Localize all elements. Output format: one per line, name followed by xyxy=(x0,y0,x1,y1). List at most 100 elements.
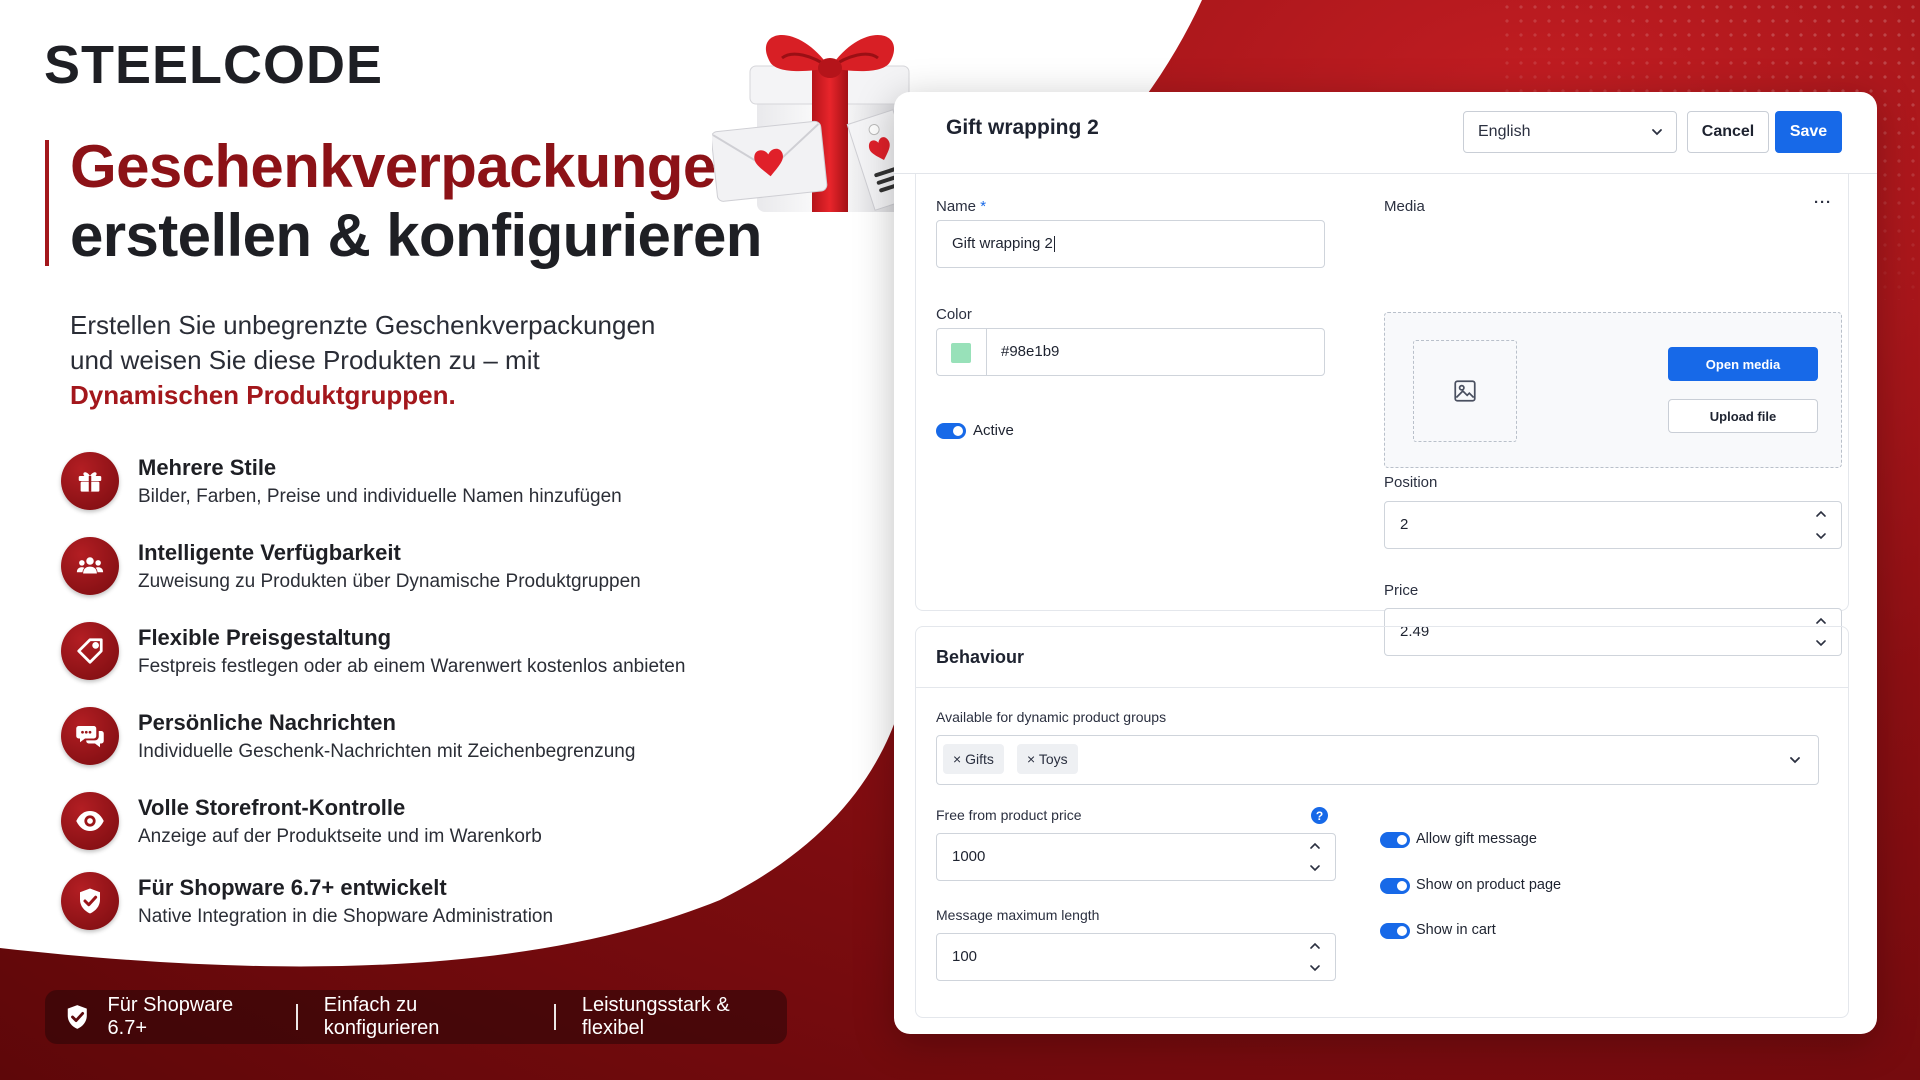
more-options-icon[interactable]: ··· xyxy=(1814,194,1832,211)
save-button[interactable]: Save xyxy=(1775,111,1842,153)
feature-item: Persönliche Nachrichten Individuelle Ges… xyxy=(61,705,761,790)
message-max-length-label: Message maximum length xyxy=(936,907,1100,923)
tag-remove-icon[interactable]: × xyxy=(1027,751,1035,767)
feature-description: Native Integration in die Shopware Admin… xyxy=(138,906,554,927)
feature-item: Flexible Preisgestaltung Festpreis festl… xyxy=(61,620,761,705)
feature-item: Volle Storefront-Kontrolle Anzeige auf d… xyxy=(61,790,761,870)
tag-label: Gifts xyxy=(965,751,994,767)
behaviour-card: Behaviour Available for dynamic product … xyxy=(915,626,1849,1018)
stepper-icon[interactable] xyxy=(1813,508,1829,542)
position-input-value: 2 xyxy=(1400,516,1409,533)
admin-panel: Gift wrapping 2 English Cancel Save Name… xyxy=(894,92,1877,1034)
cancel-button[interactable]: Cancel xyxy=(1687,111,1769,153)
feature-description: Individuelle Geschenk-Nachrichten mit Ze… xyxy=(138,741,636,762)
shield-check-icon xyxy=(61,872,119,930)
general-card: Name * Gift wrapping 2 Color #98e1b9 Act… xyxy=(915,174,1849,656)
section-title: Behaviour xyxy=(936,647,1025,667)
free-from-price-input[interactable]: 1000 xyxy=(936,833,1336,881)
color-swatch-chip xyxy=(951,343,971,363)
feature-description: Festpreis festlegen oder ab einem Warenw… xyxy=(138,656,686,677)
strip-item: Leistungsstark & flexibel xyxy=(581,994,730,1039)
intro-line-1: Erstellen Sie unbegrenzte Geschenkverpac… xyxy=(70,310,656,340)
media-label: Media xyxy=(1384,198,1425,215)
price-tag-icon xyxy=(61,622,119,680)
show-on-product-page-label: Show on product page xyxy=(1416,877,1562,893)
strip-item: Für Shopware 6.7+ xyxy=(107,994,234,1039)
help-icon[interactable]: ? xyxy=(1311,807,1328,824)
page-title: Gift wrapping 2 xyxy=(946,116,1099,139)
text-cursor xyxy=(1053,236,1055,253)
divider xyxy=(916,687,1848,688)
feature-item: Für Shopware 6.7+ entwickelt Native Inte… xyxy=(61,870,761,955)
open-media-button[interactable]: Open media xyxy=(1668,347,1818,381)
name-input-value: Gift wrapping 2 xyxy=(952,235,1053,252)
show-on-product-page-toggle[interactable] xyxy=(1380,878,1410,894)
show-in-cart-label: Show in cart xyxy=(1416,922,1496,938)
feature-title: Für Shopware 6.7+ entwickelt xyxy=(138,875,447,900)
brand-logo: STEELCODE xyxy=(44,35,384,95)
language-select-value: English xyxy=(1478,123,1531,140)
feature-description: Bilder, Farben, Preise und individuelle … xyxy=(138,486,622,507)
tag-remove-icon[interactable]: × xyxy=(953,751,961,767)
allow-gift-message-label: Allow gift message xyxy=(1416,831,1537,847)
position-input[interactable]: 2 xyxy=(1384,501,1842,549)
feature-title: Volle Storefront-Kontrolle xyxy=(138,795,406,820)
headline-line-2: erstellen & konfigurieren xyxy=(70,202,762,269)
panel-header: Gift wrapping 2 English Cancel Save xyxy=(894,92,1877,174)
name-input[interactable]: Gift wrapping 2 xyxy=(936,220,1325,268)
image-icon xyxy=(1454,380,1476,402)
free-from-price-value: 1000 xyxy=(952,848,986,865)
position-label: Position xyxy=(1384,474,1438,491)
tag-gifts[interactable]: × Gifts xyxy=(943,744,1004,774)
feature-item: Mehrere Stile Bilder, Farben, Preise und… xyxy=(61,450,761,535)
shield-check-icon xyxy=(67,1005,87,1029)
stepper-icon[interactable] xyxy=(1307,840,1323,874)
name-label-text: Name xyxy=(936,198,977,215)
feature-title: Flexible Preisgestaltung xyxy=(138,625,392,650)
feature-title: Intelligente Verfügbarkeit xyxy=(138,540,401,565)
headline: Geschenkverpackungen erstellen & konfigu… xyxy=(70,132,762,270)
tag-toys[interactable]: × Toys xyxy=(1017,744,1078,774)
headline-line-1: Geschenkverpackungen xyxy=(70,133,752,200)
feature-title: Persönliche Nachrichten xyxy=(138,710,396,735)
feature-description: Anzeige auf der Produktseite und im Ware… xyxy=(138,826,542,847)
feature-item: Intelligente Verfügbarkeit Zuweisung zu … xyxy=(61,535,761,620)
chevron-down-icon[interactable] xyxy=(1788,753,1802,767)
feature-list: Mehrere Stile Bilder, Farben, Preise und… xyxy=(61,450,761,955)
active-toggle[interactable] xyxy=(936,423,966,439)
color-input[interactable]: #98e1b9 xyxy=(936,328,1325,376)
product-groups-label: Available for dynamic product groups xyxy=(936,709,1167,725)
chevron-down-icon xyxy=(1652,129,1662,136)
active-label: Active xyxy=(973,422,1014,439)
message-max-length-value: 100 xyxy=(952,948,978,965)
gift-icon xyxy=(61,452,119,510)
language-select[interactable]: English xyxy=(1463,111,1677,153)
allow-gift-message-toggle[interactable] xyxy=(1380,832,1410,848)
product-groups-select[interactable]: × Gifts × Toys xyxy=(936,735,1819,785)
name-label: Name * xyxy=(936,198,986,215)
feature-description: Zuweisung zu Produkten über Dynamische P… xyxy=(138,571,641,592)
users-icon xyxy=(61,537,119,595)
upload-file-button[interactable]: Upload file xyxy=(1668,399,1818,433)
color-swatch[interactable] xyxy=(937,329,987,375)
media-dropzone[interactable]: Open media Upload file xyxy=(1384,312,1842,468)
stepper-icon[interactable] xyxy=(1307,940,1323,974)
intro-highlight: Dynamischen Produktgruppen. xyxy=(70,380,456,410)
feature-title: Mehrere Stile xyxy=(138,455,277,480)
divider xyxy=(295,1004,298,1030)
color-input-value: #98e1b9 xyxy=(1001,343,1060,360)
show-in-cart-toggle[interactable] xyxy=(1380,923,1410,939)
color-label: Color xyxy=(936,306,972,323)
free-from-price-label: Free from product price xyxy=(936,807,1082,823)
eye-icon xyxy=(61,792,119,850)
chat-icon xyxy=(61,707,119,765)
tag-label: Toys xyxy=(1038,751,1068,767)
message-max-length-input[interactable]: 100 xyxy=(936,933,1336,981)
headline-accent-bar xyxy=(45,140,49,266)
media-thumbnail xyxy=(1413,340,1517,442)
intro-text: Erstellen Sie unbegrenzte Geschenkverpac… xyxy=(70,308,710,413)
strip-item: Einfach zu konfigurieren xyxy=(323,994,440,1039)
bottom-strip: Für Shopware 6.7+ Einfach zu konfigurier… xyxy=(45,990,787,1044)
required-mark: * xyxy=(980,198,987,215)
intro-line-2: und weisen Sie diese Produkten zu – mit xyxy=(70,345,540,375)
